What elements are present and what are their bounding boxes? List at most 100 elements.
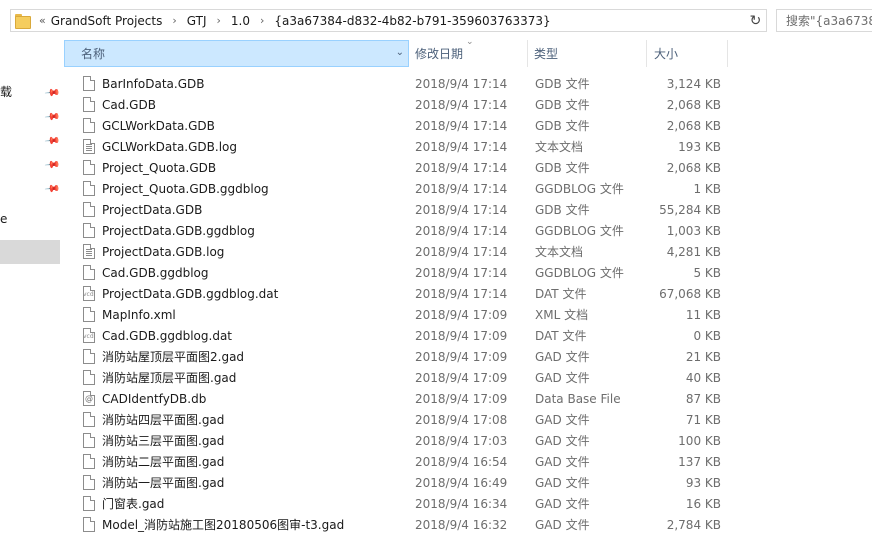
breadcrumb-gtj[interactable]: GTJ xyxy=(187,14,207,28)
file-type: GDB 文件 xyxy=(535,203,590,217)
pin-icon[interactable]: 📌 xyxy=(43,157,61,173)
pin-icon[interactable]: 📌 xyxy=(43,109,61,125)
file-type: GAD 文件 xyxy=(535,518,590,532)
column-header-name-label: 名称 xyxy=(81,47,106,61)
file-row[interactable]: Cad.GDB.ggdblog.dat 2018/9/4 17:09 DAT 文件 0… xyxy=(64,325,872,346)
folder-icon xyxy=(15,13,31,29)
file-row[interactable]: ProjectData.GDB 2018/9/4 17:14 GDB 文件 55,28… xyxy=(64,199,872,220)
file-size: 2,784 KB xyxy=(666,517,721,532)
blank-file-icon xyxy=(83,97,95,112)
blank-file-icon xyxy=(83,412,95,427)
file-size: 2,068 KB xyxy=(666,97,721,112)
file-size: 5 KB xyxy=(693,265,721,280)
search-input[interactable]: 搜索"{a3a67384... xyxy=(776,9,872,32)
file-row[interactable]: 消防站二层平面图.gad 2018/9/4 16:54 GAD 文件 137 KB xyxy=(64,451,872,472)
file-row[interactable]: Project_Quota.GDB.ggdblog 2018/9/4 17:14 G… xyxy=(64,178,872,199)
file-row[interactable]: 门窗表.gad 2018/9/4 16:34 GAD 文件 16 KB xyxy=(64,493,872,514)
file-size: 87 KB xyxy=(685,391,721,406)
address-bar[interactable]: « GrandSoft Projects › GTJ › 1.0 › {a3a6… xyxy=(10,9,765,32)
navigation-pane: 载 📌 📌 📌 📌 📌 e xyxy=(0,40,62,534)
file-row[interactable]: GCLWorkData.GDB.log 2018/9/4 17:14 文本文档 193… xyxy=(64,136,872,157)
file-modified-date: 2018/9/4 17:14 xyxy=(415,139,508,154)
refresh-icon[interactable]: ↻ xyxy=(745,9,767,32)
file-modified-date: 2018/9/4 16:54 xyxy=(415,454,508,469)
file-name: 门窗表.gad xyxy=(102,497,165,511)
file-row[interactable]: Cad.GDB.ggdblog 2018/9/4 17:14 GGDBLOG 文件 5… xyxy=(64,262,872,283)
file-size: 16 KB xyxy=(685,496,721,511)
file-row[interactable]: Cad.GDB 2018/9/4 17:14 GDB 文件 2,068 KB xyxy=(64,94,872,115)
file-name: Cad.GDB.ggdblog xyxy=(102,265,209,280)
file-row[interactable]: CADIdentfyDB.db 2018/9/4 17:09 Data Base F… xyxy=(64,388,872,409)
file-row[interactable]: 消防站一层平面图.gad 2018/9/4 16:49 GAD 文件 93 KB xyxy=(64,472,872,493)
file-name: ProjectData.GDB xyxy=(102,202,203,217)
file-type: GAD 文件 xyxy=(535,476,590,490)
blank-file-icon xyxy=(83,475,95,490)
file-row[interactable]: 消防站三层平面图.gad 2018/9/4 17:03 GAD 文件 100 KB xyxy=(64,430,872,451)
file-row[interactable]: 消防站四层平面图.gad 2018/9/4 17:08 GAD 文件 71 KB xyxy=(64,409,872,430)
file-row[interactable]: Project_Quota.GDB 2018/9/4 17:14 GDB 文件 2,0… xyxy=(64,157,872,178)
file-row[interactable]: GCLWorkData.GDB 2018/9/4 17:14 GDB 文件 2,068… xyxy=(64,115,872,136)
file-modified-date: 2018/9/4 17:14 xyxy=(415,118,508,133)
file-name: ProjectData.GDB.ggdblog xyxy=(102,223,255,238)
file-type: GDB 文件 xyxy=(535,77,590,91)
file-name: CADIdentfyDB.db xyxy=(102,391,207,406)
pin-icon[interactable]: 📌 xyxy=(43,85,61,101)
file-modified-date: 2018/9/4 16:32 xyxy=(415,517,508,532)
breadcrumb-grandsoft-projects[interactable]: GrandSoft Projects xyxy=(51,14,163,28)
blank-file-icon xyxy=(83,433,95,448)
breadcrumb-version[interactable]: 1.0 xyxy=(231,14,250,28)
column-header-date[interactable]: ⌄ 修改日期 xyxy=(410,37,528,67)
file-name: Project_Quota.GDB.ggdblog xyxy=(102,181,269,196)
file-type: DAT 文件 xyxy=(535,287,587,301)
file-name: BarInfoData.GDB xyxy=(102,76,205,91)
file-type: GAD 文件 xyxy=(535,497,590,511)
file-modified-date: 2018/9/4 17:09 xyxy=(415,328,508,343)
blank-file-icon xyxy=(83,517,95,532)
breadcrumb-guid-folder[interactable]: {a3a67384-d832-4b82-b791-359603763373} xyxy=(274,14,550,28)
breadcrumb-separator[interactable]: › xyxy=(260,14,264,27)
breadcrumb-separator[interactable]: › xyxy=(217,14,221,27)
file-modified-date: 2018/9/4 17:09 xyxy=(415,370,508,385)
text-file-icon xyxy=(83,244,95,259)
breadcrumb-overflow-chevron[interactable]: « xyxy=(39,14,46,27)
file-row[interactable]: ProjectData.GDB.ggdblog 2018/9/4 17:14 GGD… xyxy=(64,220,872,241)
file-modified-date: 2018/9/4 17:14 xyxy=(415,202,508,217)
dat-file-icon xyxy=(83,286,95,301)
file-size: 2,068 KB xyxy=(666,160,721,175)
column-header-size[interactable]: 大小 xyxy=(648,40,728,67)
blank-file-icon xyxy=(83,181,95,196)
column-header-name[interactable]: 名称 ⌄ xyxy=(64,40,409,67)
nav-item-selected[interactable] xyxy=(0,240,60,264)
file-modified-date: 2018/9/4 17:14 xyxy=(415,286,508,301)
file-row[interactable]: Model_消防站施工图20180506图审-t3.gad 2018/9/4 16… xyxy=(64,514,872,534)
nav-item-label[interactable]: e xyxy=(0,212,7,226)
file-name: 消防站屋顶层平面图.gad xyxy=(102,371,237,385)
nav-item-label[interactable]: 载 xyxy=(0,83,12,100)
file-name: MapInfo.xml xyxy=(102,307,176,322)
file-size: 0 KB xyxy=(693,328,721,343)
file-type: XML 文档 xyxy=(535,308,589,322)
file-type: 文本文档 xyxy=(535,140,584,154)
file-size: 21 KB xyxy=(685,349,721,364)
file-size: 71 KB xyxy=(685,412,721,427)
file-size: 11 KB xyxy=(685,307,721,322)
pin-icon[interactable]: 📌 xyxy=(43,133,61,149)
chevron-down-icon[interactable]: ⌄ xyxy=(396,47,404,58)
file-type: 文本文档 xyxy=(535,245,584,259)
file-row[interactable]: ProjectData.GDB.ggdblog.dat 2018/9/4 17:1… xyxy=(64,283,872,304)
file-size: 93 KB xyxy=(685,475,721,490)
file-name: ProjectData.GDB.log xyxy=(102,244,225,259)
file-name: 消防站屋顶层平面图2.gad xyxy=(102,350,245,364)
breadcrumb-separator[interactable]: › xyxy=(172,14,176,27)
file-type: GDB 文件 xyxy=(535,119,590,133)
file-row[interactable]: BarInfoData.GDB 2018/9/4 17:14 GDB 文件 3,124… xyxy=(64,73,872,94)
file-row[interactable]: MapInfo.xml 2018/9/4 17:09 XML 文档 11 KB xyxy=(64,304,872,325)
sort-indicator-icon: ⌄ xyxy=(466,37,474,47)
file-row[interactable]: 消防站屋顶层平面图2.gad 2018/9/4 17:09 GAD 文件 21 KB xyxy=(64,346,872,367)
file-name: Cad.GDB xyxy=(102,97,156,112)
column-header-type[interactable]: 类型 xyxy=(529,40,647,67)
file-row[interactable]: ProjectData.GDB.log 2018/9/4 17:14 文本文档 4,2… xyxy=(64,241,872,262)
file-row[interactable]: 消防站屋顶层平面图.gad 2018/9/4 17:09 GAD 文件 40 KB xyxy=(64,367,872,388)
pin-icon[interactable]: 📌 xyxy=(43,181,61,197)
file-name: Cad.GDB.ggdblog.dat xyxy=(102,328,233,343)
